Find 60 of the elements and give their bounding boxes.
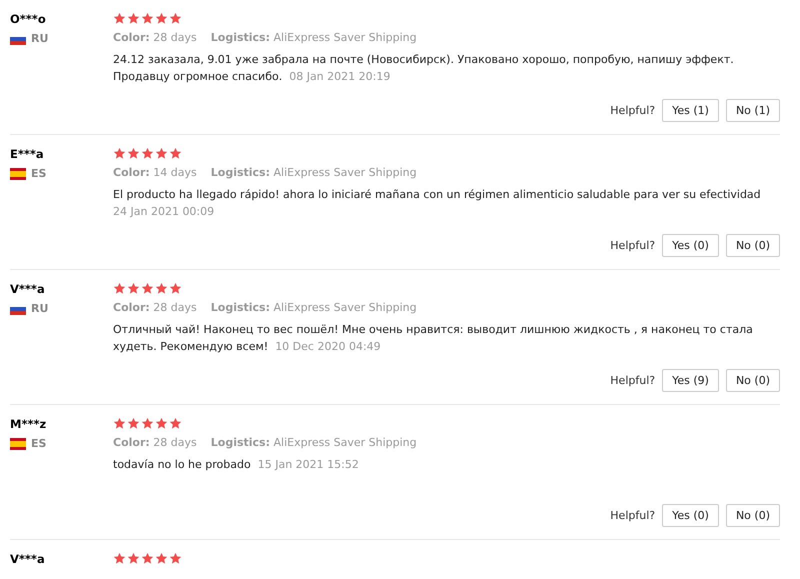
country-code: ES: [31, 437, 46, 450]
review-text: 24.12 заказала, 9.01 уже забрала на почте (Новосибирск). Упаковано хорошо, попробую, напишу эффект. Продавцу огромное спасибо. 08 Jan 2021 20:19: [113, 52, 735, 85]
star-icon: [141, 147, 154, 160]
star-icon: [141, 417, 154, 430]
review-text: El producto ha llegado rápido! ahora lo iniciaré mañana con un régimen alimenticio saludable para ver su efectividad 24 Jan 2021 00:09: [113, 187, 762, 220]
star-icon: [155, 12, 168, 25]
yes-button[interactable]: Yes (0): [662, 234, 719, 257]
star-icon: [113, 282, 126, 295]
star-icon: [169, 282, 182, 295]
star-icon: [113, 552, 126, 565]
no-button[interactable]: No (1): [726, 99, 780, 122]
star-icon: [127, 12, 140, 25]
star-icon: [155, 282, 168, 295]
star-icon: [155, 417, 168, 430]
star-icon: [169, 552, 182, 565]
logistics-info: Logistics: AliExpress Saver Shipping: [210, 166, 417, 179]
star-icon: [169, 12, 182, 25]
star-icon: [155, 147, 168, 160]
review-text: Отличный чай! Наконец то вес пошёл! Мне очень нравится: выводит лишнюю жидкость , я наконец то стала худеть. Рекомендую всем! 10 Dec 2020 04:49: [113, 322, 754, 355]
country-code: ES: [31, 167, 46, 180]
flag-icon: [10, 438, 26, 450]
star-icon: [127, 147, 140, 160]
yes-button[interactable]: Yes (0): [662, 504, 719, 527]
no-button[interactable]: No (0): [726, 369, 780, 392]
color-info: Color: 14 days: [113, 166, 197, 179]
flag-icon: [10, 168, 26, 180]
country-code: RU: [31, 32, 48, 45]
star-icon: [113, 417, 126, 430]
star-icon: [127, 552, 140, 565]
helpful-label: Helpful?: [610, 374, 656, 387]
color-info: Color: 28 days: [113, 301, 197, 314]
review-text: todavía no lo he probado 15 Jan 2021 15:52: [113, 457, 360, 473]
logistics-info: Logistics: AliExpress Saver Shipping: [210, 31, 417, 44]
logistics-info: Logistics: AliExpress Saver Shipping: [210, 436, 417, 449]
star-icon: [113, 147, 126, 160]
logistics-info: Logistics: AliExpress Saver Shipping: [210, 301, 417, 314]
helpful-label: Helpful?: [610, 104, 656, 117]
color-info: Color: 28 days: [113, 436, 197, 449]
star-icon: [155, 552, 168, 565]
reviewer-name: V***a: [10, 552, 45, 566]
star-icon: [169, 417, 182, 430]
yes-button[interactable]: Yes (9): [662, 369, 719, 392]
star-icon: [127, 282, 140, 295]
star-icon: [169, 147, 182, 160]
no-button[interactable]: No (0): [726, 504, 780, 527]
country-code: RU: [31, 302, 48, 315]
reviewer-name: M***z: [10, 417, 46, 431]
reviewer-name: O***o: [10, 12, 46, 26]
helpful-label: Helpful?: [610, 509, 656, 522]
star-icon: [113, 12, 126, 25]
helpful-label: Helpful?: [610, 239, 656, 252]
star-icon: [141, 12, 154, 25]
star-icon: [127, 417, 140, 430]
star-icon: [141, 552, 154, 565]
no-button[interactable]: No (0): [726, 234, 780, 257]
yes-button[interactable]: Yes (1): [662, 99, 719, 122]
reviewer-name: V***a: [10, 282, 45, 296]
reviewer-name: E***a: [10, 147, 44, 161]
color-info: Color: 28 days: [113, 31, 197, 44]
star-icon: [141, 282, 154, 295]
